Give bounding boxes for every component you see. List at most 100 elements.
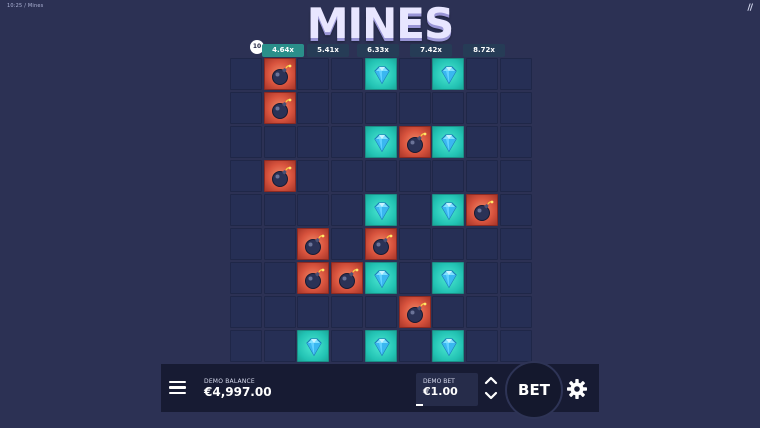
bomb-icon <box>372 234 393 255</box>
gem-tile[interactable] <box>364 330 397 362</box>
board-tile[interactable] <box>297 92 330 124</box>
board-tile[interactable] <box>297 58 330 90</box>
board-tile[interactable] <box>398 58 431 90</box>
bomb-tile[interactable] <box>263 92 296 124</box>
diamond-icon <box>441 202 457 221</box>
bomb-tile[interactable] <box>364 228 397 260</box>
board-tile[interactable] <box>230 228 262 260</box>
board-tile[interactable] <box>499 228 532 260</box>
board-tile[interactable] <box>297 160 330 192</box>
bomb-tile[interactable] <box>263 160 296 192</box>
board-tile[interactable] <box>331 194 364 226</box>
gem-tile[interactable] <box>364 262 397 294</box>
board-tile[interactable] <box>398 160 431 192</box>
bomb-tile[interactable] <box>398 296 431 328</box>
board-tile[interactable] <box>331 126 364 158</box>
board-tile[interactable] <box>331 330 364 362</box>
bet-button[interactable]: BET <box>505 361 563 419</box>
board-tile[interactable] <box>499 194 532 226</box>
board-tile[interactable] <box>230 262 262 294</box>
board-tile[interactable] <box>432 296 465 328</box>
board-tile[interactable] <box>398 194 431 226</box>
board-tile[interactable] <box>465 330 498 362</box>
increase-bet-button[interactable] <box>480 373 502 389</box>
gem-tile[interactable] <box>432 194 465 226</box>
board-tile[interactable] <box>263 194 296 226</box>
board-tile[interactable] <box>364 160 397 192</box>
board-tile[interactable] <box>398 262 431 294</box>
board-tile[interactable] <box>465 228 498 260</box>
bet-value: €1.00 <box>423 385 458 398</box>
board-tile[interactable] <box>499 262 532 294</box>
gem-tile[interactable] <box>364 126 397 158</box>
bomb-tile[interactable] <box>297 262 330 294</box>
board-tile[interactable] <box>263 262 296 294</box>
multiplier-2: 5.41x <box>307 44 349 57</box>
chevron-up-icon <box>484 376 498 385</box>
board-tile[interactable] <box>230 92 262 124</box>
board-tile[interactable] <box>499 92 532 124</box>
board-tile[interactable] <box>230 194 262 226</box>
bet-amount-field[interactable]: DEMO BET €1.00 <box>416 373 478 406</box>
gem-tile[interactable] <box>432 126 465 158</box>
board-tile[interactable] <box>499 126 532 158</box>
board-tile[interactable] <box>432 228 465 260</box>
board-tile[interactable] <box>230 330 262 362</box>
board-tile[interactable] <box>331 160 364 192</box>
board-tile[interactable] <box>465 296 498 328</box>
diamond-icon <box>441 338 457 357</box>
gem-tile[interactable] <box>364 58 397 90</box>
bomb-icon <box>339 268 359 289</box>
board-tile[interactable] <box>230 296 262 328</box>
board-tile[interactable] <box>263 330 296 362</box>
board-tile[interactable] <box>465 160 498 192</box>
bomb-tile[interactable] <box>465 194 498 226</box>
board-tile[interactable] <box>432 92 465 124</box>
bomb-tile[interactable] <box>263 58 296 90</box>
bomb-tile[interactable] <box>398 126 431 158</box>
bomb-icon <box>305 234 325 255</box>
bomb-tile[interactable] <box>331 262 364 294</box>
hamburger-menu-icon[interactable] <box>169 381 186 395</box>
gem-tile[interactable] <box>432 262 465 294</box>
board-tile[interactable] <box>263 296 296 328</box>
board-tile[interactable] <box>364 296 397 328</box>
board-tile[interactable] <box>230 58 262 90</box>
board-tile[interactable] <box>432 160 465 192</box>
board-tile[interactable] <box>465 92 498 124</box>
board-tile[interactable] <box>398 92 431 124</box>
board-tile[interactable] <box>297 126 330 158</box>
board-tile[interactable] <box>398 228 431 260</box>
gem-tile[interactable] <box>432 58 465 90</box>
board-tile[interactable] <box>499 58 532 90</box>
board-tile[interactable] <box>465 126 498 158</box>
board-tile[interactable] <box>364 92 397 124</box>
board-tile[interactable] <box>499 160 532 192</box>
board-tile[interactable] <box>263 228 296 260</box>
board-tile[interactable] <box>331 228 364 260</box>
board-tile[interactable] <box>499 330 532 362</box>
gem-tile[interactable] <box>364 194 397 226</box>
decrease-bet-button[interactable] <box>480 389 502 405</box>
board-tile[interactable] <box>230 160 262 192</box>
gem-tile[interactable] <box>432 330 465 362</box>
board-tile[interactable] <box>331 58 364 90</box>
board-tile[interactable] <box>331 92 364 124</box>
bomb-icon <box>406 302 426 323</box>
board-tile[interactable] <box>230 126 262 158</box>
bomb-tile[interactable] <box>297 228 330 260</box>
board-tile[interactable] <box>465 262 498 294</box>
diamond-icon <box>441 66 457 85</box>
board-tile[interactable] <box>499 296 532 328</box>
board-tile[interactable] <box>331 296 364 328</box>
board-tile[interactable] <box>398 330 431 362</box>
board-tile[interactable] <box>297 194 330 226</box>
gem-tile[interactable] <box>297 330 330 362</box>
board-tile[interactable] <box>297 296 330 328</box>
bet-progress-indicator <box>416 404 423 406</box>
settings-button[interactable] <box>565 377 589 401</box>
diamond-icon <box>441 270 457 289</box>
board-tile[interactable] <box>465 58 498 90</box>
board-tile[interactable] <box>263 126 296 158</box>
bomb-icon <box>473 200 494 221</box>
